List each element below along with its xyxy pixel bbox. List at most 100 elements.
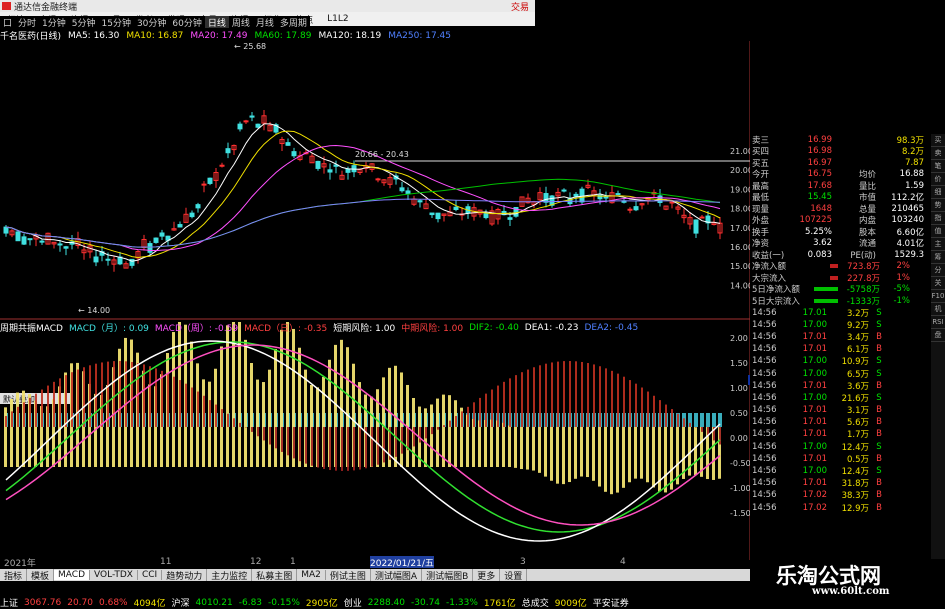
candle-body xyxy=(573,193,579,197)
quote-value: 16.75 xyxy=(807,169,832,180)
indicator-red-bar xyxy=(557,361,559,427)
period-tab-0[interactable]: 分时 xyxy=(15,16,39,29)
tick-volume: 6.5万 xyxy=(846,369,869,380)
side-tab-13[interactable]: 机 xyxy=(931,303,945,316)
tick-row: 14:56 17.00 12.4万 S xyxy=(752,465,930,477)
period-tab-4[interactable]: 30分钟 xyxy=(134,16,169,29)
indicator-tab-7[interactable]: 私募主图 xyxy=(252,569,298,581)
tick-volume: 38.3万 xyxy=(841,491,869,502)
quote-value2: 1529.3 xyxy=(894,249,924,260)
indicator-tab-4[interactable]: CCI xyxy=(138,570,163,580)
side-tab-7[interactable]: 值 xyxy=(931,225,945,238)
indicator-tab-8[interactable]: MA2 xyxy=(297,570,326,580)
tick-row: 14:56 17.01 6.1万 B xyxy=(752,343,930,355)
indicator-red-bar xyxy=(371,427,373,467)
quote-value: 0.083 xyxy=(807,249,832,260)
side-tab-12[interactable]: F10 xyxy=(931,290,945,303)
tick-side: B xyxy=(876,405,882,416)
index-name[interactable]: 上证 xyxy=(0,596,18,609)
tick-time: 14:56 xyxy=(752,368,777,379)
quote-row: 现量 1648 总量 210465 xyxy=(752,203,930,215)
indicator-yellow-bar xyxy=(616,427,619,493)
tick-volume: 31.8万 xyxy=(841,479,869,490)
period-tab-6[interactable]: 日线 xyxy=(204,16,229,28)
side-tab-11[interactable]: 关 xyxy=(931,277,945,290)
period-tab-8[interactable]: 月线 xyxy=(253,16,277,29)
indicator-red-bar xyxy=(629,380,631,427)
indicator-red-bar xyxy=(599,366,601,427)
indicator-yellow-bar xyxy=(436,398,439,467)
indicator-red-bar xyxy=(341,427,343,471)
indicator-yellow-bar xyxy=(694,427,697,476)
indicator-name: 周期共振MACD xyxy=(0,324,63,333)
side-tab-3[interactable]: 价 xyxy=(931,173,945,186)
side-tab-5[interactable]: 势 xyxy=(931,199,945,212)
indicator-tab-13[interactable]: 设置 xyxy=(500,569,528,581)
tick-price: 17.00 xyxy=(802,466,827,477)
indicator-tab-9[interactable]: 例试主图 xyxy=(326,569,371,581)
indicator-yellow-bar xyxy=(538,427,541,473)
indicator-tick-label: 1.00 xyxy=(730,384,748,393)
tick-side: S xyxy=(876,466,882,477)
side-tab-14[interactable]: RSI xyxy=(931,316,945,329)
indicator-tab-5[interactable]: 趋势动力 xyxy=(162,569,208,581)
index-value: 2288.40 xyxy=(367,597,406,608)
side-tab-15[interactable]: 盘 xyxy=(931,329,945,342)
indicator-yellow-bar xyxy=(580,427,583,477)
period-tab-2[interactable]: 5分钟 xyxy=(69,16,99,29)
side-tab-8[interactable]: 主 xyxy=(931,238,945,251)
menu-item-10[interactable]: L1L2 xyxy=(320,14,355,24)
indicator-tab-2[interactable]: MACD xyxy=(54,570,91,580)
indicator-yellow-bar xyxy=(652,427,655,488)
tick-time: 14:56 xyxy=(752,502,777,513)
side-tab-1[interactable]: 卖 xyxy=(931,147,945,160)
quote-key2: 市值 xyxy=(858,193,876,204)
candle-body xyxy=(159,232,165,237)
quote-value2: 4.01亿 xyxy=(896,239,924,250)
title-bar: 通达信金融终端 交易 xyxy=(0,0,535,12)
indicator-yellow-bar xyxy=(646,427,649,483)
quote-value: 16.97 xyxy=(807,157,832,168)
indicator-tab-6[interactable]: 主力监控 xyxy=(207,569,253,581)
indicator-yellow-bar xyxy=(514,427,517,468)
period-tab-7[interactable]: 周线 xyxy=(229,16,253,29)
tick-time: 14:56 xyxy=(752,441,777,452)
index-name[interactable]: 沪深 xyxy=(172,596,190,609)
indicator-yellow-bar xyxy=(544,427,547,477)
quote-key: 今开 xyxy=(752,170,770,181)
period-tab-9[interactable]: 多周期 xyxy=(277,16,310,29)
side-tab-10[interactable]: 分 xyxy=(931,264,945,277)
indicator-tab-10[interactable]: 测试幅图A xyxy=(371,569,423,581)
trade-button[interactable]: 交易 xyxy=(511,0,529,13)
indicator-tab-0[interactable]: 指标 xyxy=(0,569,28,581)
period-tab-5[interactable]: 60分钟 xyxy=(169,16,204,29)
indicator-red-bar xyxy=(185,383,187,427)
quote-value2: 7.87 xyxy=(905,157,924,168)
tick-side: B xyxy=(876,490,882,501)
tick-row: 14:56 17.01 0.5万 B xyxy=(752,453,930,465)
side-tab-6[interactable]: 指 xyxy=(931,212,945,225)
tick-volume: 10.9万 xyxy=(841,357,869,368)
period-tab-3[interactable]: 15分钟 xyxy=(99,16,134,29)
quote-key: 最低 xyxy=(752,193,770,204)
candle-body xyxy=(201,183,207,186)
side-tab-0[interactable]: 买 xyxy=(931,134,945,147)
indicator-yellow-bar xyxy=(496,420,499,467)
indicator-yellow-bar xyxy=(448,395,451,467)
indicator-tab-11[interactable]: 测试幅图B xyxy=(422,569,474,581)
indicator-value-4: 中期风险: 1.00 xyxy=(401,324,464,333)
indicator-tab-1[interactable]: 模板 xyxy=(27,569,55,581)
indicator-yellow-bar xyxy=(568,427,571,483)
broker-label: 平安证券 xyxy=(592,599,629,609)
indicator-tab-3[interactable]: VOL-TDX xyxy=(90,570,138,580)
indicator-tab-12[interactable]: 更多 xyxy=(473,569,501,581)
candle-body xyxy=(633,206,639,211)
kline-chart[interactable]: 21.00 20.00 19.00 18.00 17.00 16.00 15.00 14.00… xyxy=(0,41,750,560)
indicator-red-bar xyxy=(311,427,313,466)
side-tab-9[interactable]: 筹 xyxy=(931,251,945,264)
side-tab-4[interactable]: 细 xyxy=(931,186,945,199)
side-tab-2[interactable]: 笔 xyxy=(931,160,945,173)
candle-body xyxy=(327,169,333,173)
index-name[interactable]: 创业 xyxy=(344,596,362,609)
period-tab-1[interactable]: 1分钟 xyxy=(39,16,69,29)
